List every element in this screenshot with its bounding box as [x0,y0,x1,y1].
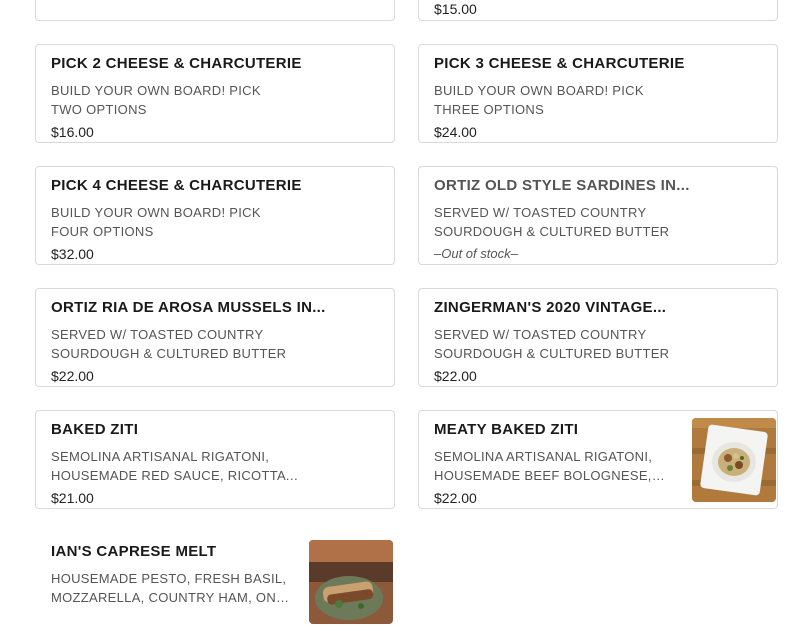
item-price: $22.00 [51,368,94,384]
menu-item-card[interactable]: ZINGERMAN'S 2020 VINTAGE... SERVED W/ TO… [418,288,778,387]
menu-item-card-out-of-stock[interactable]: ORTIZ OLD STYLE SARDINES IN... SERVED W/… [418,166,778,265]
item-description: BUILD YOUR OWN BOARD! PICK THREE OPTIONS [434,83,644,117]
item-title: PICK 4 CHEESE & CHARCUTERIE [51,177,302,194]
menu-item-card[interactable] [35,0,395,21]
menu-item-card[interactable]: PICK 4 CHEESE & CHARCUTERIE BUILD YOUR O… [35,166,395,265]
item-price: $24.00 [434,124,477,140]
item-title: PICK 3 CHEESE & CHARCUTERIE [434,55,685,72]
item-title: ZINGERMAN'S 2020 VINTAGE... [434,299,667,316]
menu-item-card[interactable]: MEATY BAKED ZITI SEMOLINA ARTISANAL RIGA… [418,410,778,509]
item-title: IAN'S CAPRESE MELT [51,543,217,560]
item-price: $22.00 [434,368,477,384]
item-description: BUILD YOUR OWN BOARD! PICK FOUR OPTIONS [51,205,261,239]
item-price: $21.00 [51,490,94,506]
out-of-stock-label: –Out of stock– [434,246,518,261]
item-description: SERVED W/ TOASTED COUNTRY SOURDOUGH & CU… [51,327,287,361]
item-price: $32.00 [51,246,94,262]
menu-item-card[interactable]: IAN'S CAPRESE MELT HOUSEMADE PESTO, FRES… [35,532,395,631]
item-description: HOUSEMADE PESTO, FRESH BASIL, MOZZARELLA… [51,571,287,605]
menu-item-card[interactable]: PICK 2 CHEESE & CHARCUTERIE BUILD YOUR O… [35,44,395,143]
caprese-melt-photo [309,540,393,624]
item-price: $15.00 [434,1,477,17]
item-price: $22.00 [434,490,477,506]
item-description: SERVED W/ TOASTED COUNTRY SOURDOUGH & CU… [434,327,670,361]
item-title: ORTIZ OLD STYLE SARDINES IN... [434,177,690,194]
item-description: SERVED W/ TOASTED COUNTRY SOURDOUGH & CU… [434,205,670,239]
baked-ziti-photo [692,418,776,502]
item-description: SEMOLINA ARTISANAL RIGATONI, HOUSEMADE R… [51,449,286,483]
menu-item-card[interactable]: ORTIZ RIA DE AROSA MUSSELS IN... SERVED … [35,288,395,387]
item-price: $16.00 [51,124,94,140]
menu-item-card[interactable]: $15.00 [418,0,778,21]
menu-item-card[interactable]: PICK 3 CHEESE & CHARCUTERIE BUILD YOUR O… [418,44,778,143]
item-title: BAKED ZITI [51,421,139,438]
item-title: ORTIZ RIA DE AROSA MUSSELS IN... [51,299,326,316]
item-description: SEMOLINA ARTISANAL RIGATONI, HOUSEMADE B… [434,449,653,483]
item-title: PICK 2 CHEESE & CHARCUTERIE [51,55,302,72]
menu-item-card[interactable]: BAKED ZITI SEMOLINA ARTISANAL RIGATONI, … [35,410,395,509]
item-description: BUILD YOUR OWN BOARD! PICK TWO OPTIONS [51,83,261,117]
item-title: MEATY BAKED ZITI [434,421,579,438]
